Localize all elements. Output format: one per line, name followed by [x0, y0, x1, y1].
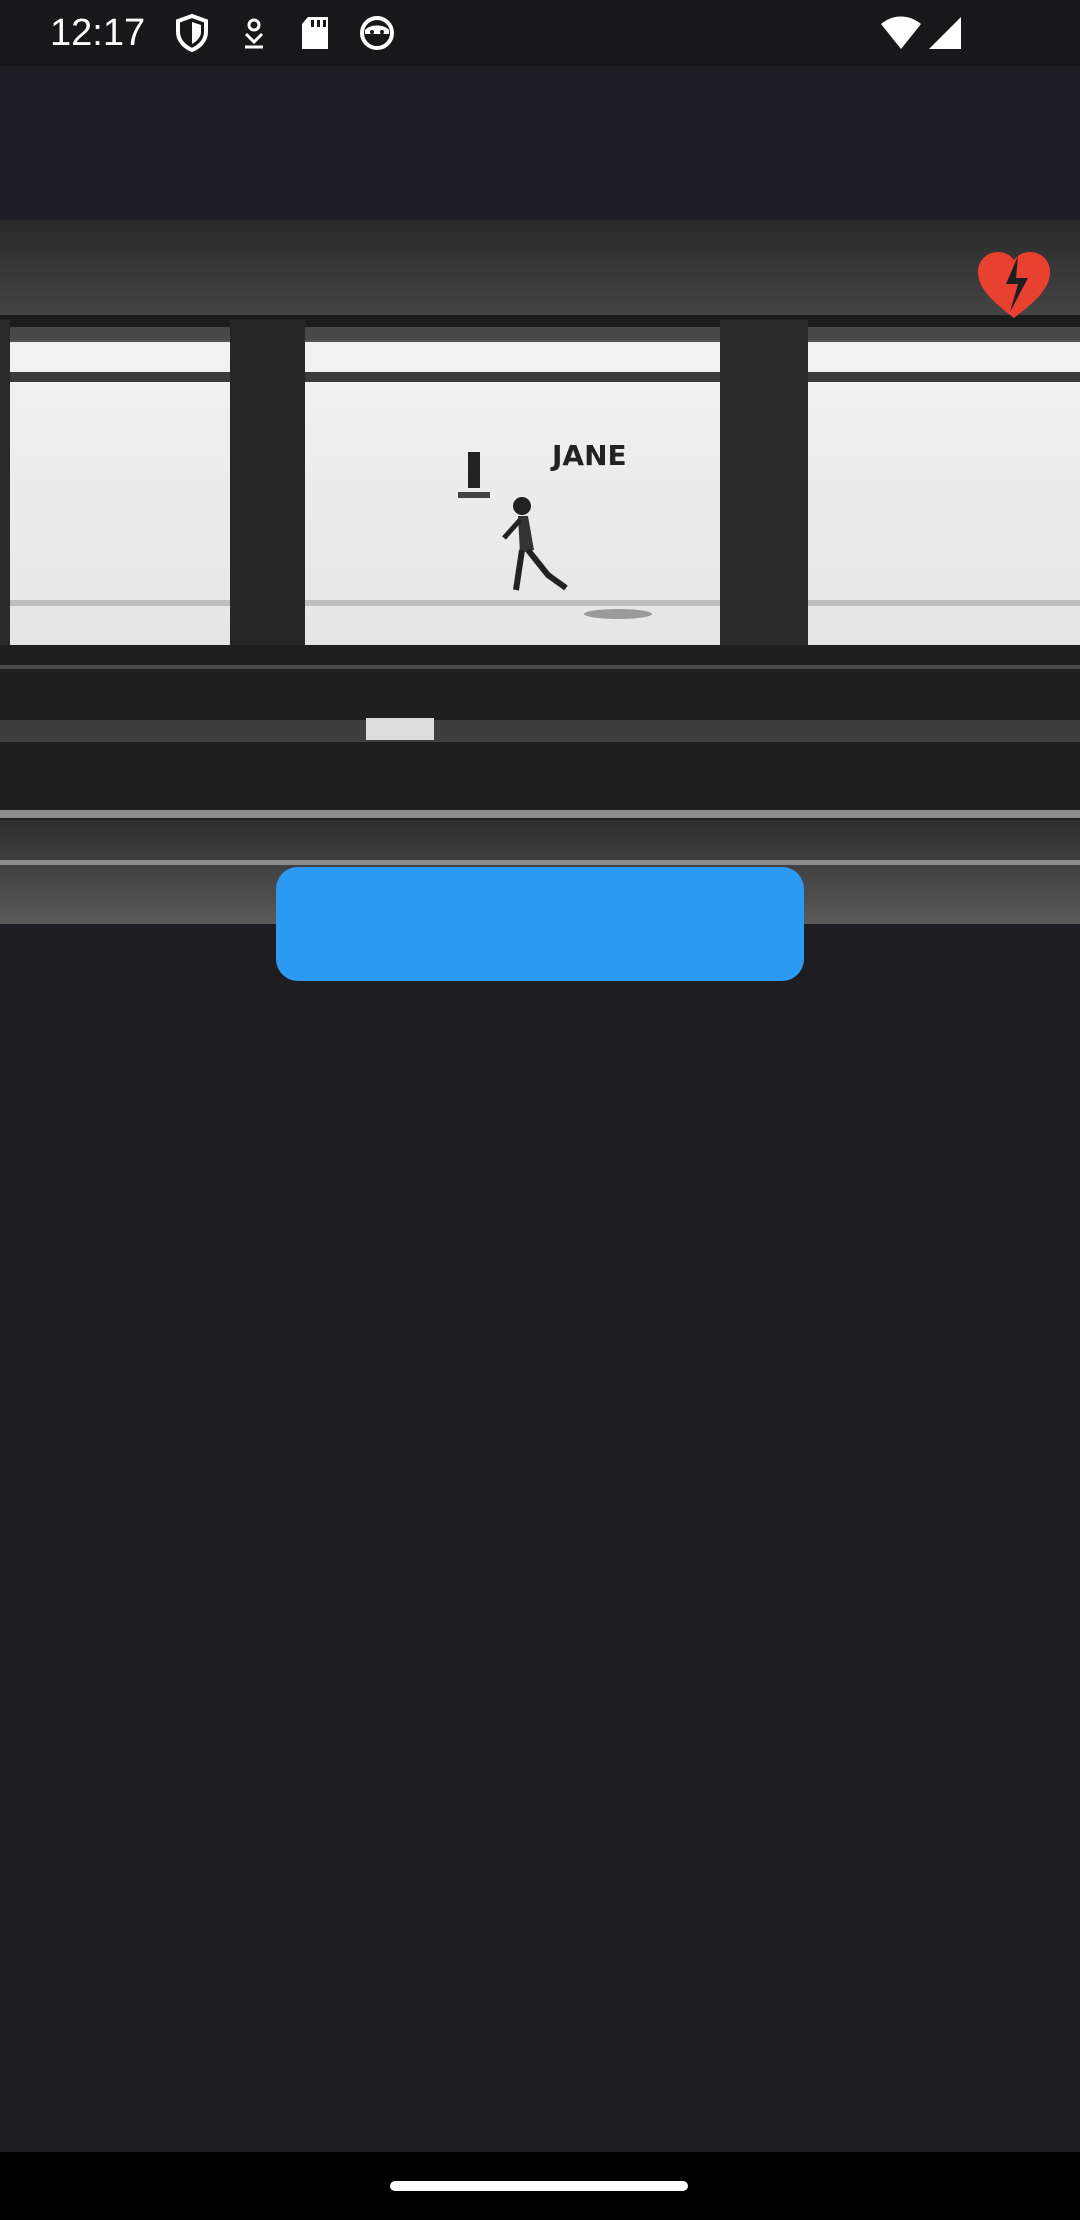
- broken-heart-icon: [978, 252, 1050, 318]
- status-time: 12:17: [50, 12, 146, 54]
- wifi-icon: [880, 16, 922, 55]
- screen: 12:17 JANE: [0, 0, 1080, 2220]
- app-header: [0, 66, 1080, 220]
- status-bar: 12:17: [0, 0, 1080, 66]
- subway-platform-photo: JANE: [0, 220, 1080, 924]
- home-indicator[interactable]: [390, 2181, 688, 2191]
- wall-sign-text: JANE: [550, 439, 627, 472]
- signal-icon: [928, 16, 962, 55]
- sd-card-icon: [300, 16, 330, 55]
- primary-action-button[interactable]: [276, 867, 804, 981]
- download-icon: [240, 18, 268, 55]
- shield-icon: [174, 13, 210, 57]
- broken-heart-button[interactable]: [976, 250, 1052, 320]
- cat-face-icon: [358, 14, 396, 57]
